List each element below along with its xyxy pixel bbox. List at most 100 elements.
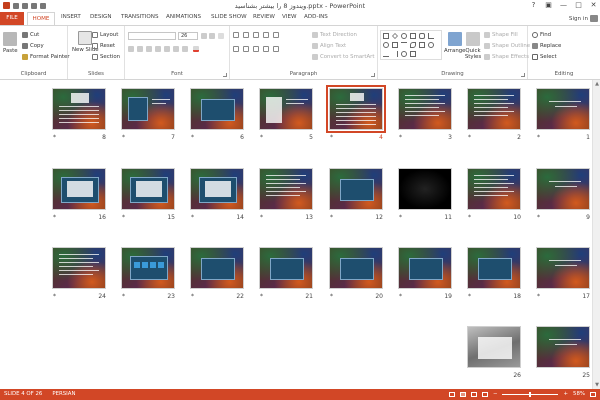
align-center-button[interactable] bbox=[243, 46, 249, 52]
tab-file[interactable]: FILE bbox=[0, 12, 24, 25]
char-spacing-button[interactable] bbox=[173, 46, 179, 52]
transition-star-icon[interactable]: * bbox=[122, 293, 125, 300]
strikethrough-button[interactable] bbox=[164, 46, 170, 52]
slide-thumbnail[interactable] bbox=[536, 247, 590, 289]
vertical-scrollbar[interactable]: ▲ ▼ bbox=[592, 80, 600, 389]
view-sorter-icon[interactable] bbox=[459, 391, 466, 397]
slide-thumbnail[interactable] bbox=[398, 247, 452, 289]
slide-thumbnail[interactable] bbox=[329, 168, 383, 210]
circle-shape-icon[interactable] bbox=[383, 42, 389, 48]
transition-star-icon[interactable]: * bbox=[537, 134, 540, 141]
shape-fill-button[interactable]: Shape Fill bbox=[484, 32, 518, 38]
shape-outline-button[interactable]: Shape Outline bbox=[484, 43, 530, 49]
bold-button[interactable] bbox=[128, 46, 134, 52]
cut-button[interactable]: Cut bbox=[22, 32, 39, 38]
tab-animations[interactable]: ANIMATIONS bbox=[166, 14, 201, 20]
slide-thumbnail[interactable] bbox=[52, 88, 106, 130]
transition-star-icon[interactable]: * bbox=[468, 134, 471, 141]
slide-thumbnail[interactable] bbox=[121, 168, 175, 210]
arrange-button[interactable]: Arrange bbox=[444, 32, 465, 54]
transition-star-icon[interactable]: * bbox=[53, 293, 56, 300]
tab-design[interactable]: DESIGN bbox=[90, 14, 112, 20]
help-icon[interactable]: ? bbox=[529, 1, 538, 9]
font-color-button[interactable] bbox=[193, 46, 199, 52]
rounded-rect-shape-icon[interactable] bbox=[419, 33, 425, 39]
transition-star-icon[interactable]: * bbox=[537, 293, 540, 300]
rectangle-shape-icon[interactable] bbox=[383, 33, 389, 39]
transition-star-icon[interactable]: * bbox=[399, 293, 402, 300]
transition-star-icon[interactable]: * bbox=[260, 134, 263, 141]
zoom-in-button[interactable]: + bbox=[563, 391, 568, 397]
bullets-button[interactable] bbox=[233, 32, 239, 38]
transition-star-icon[interactable]: * bbox=[537, 214, 540, 221]
replace-button[interactable]: Replace bbox=[532, 43, 561, 49]
slide-thumbnail[interactable] bbox=[467, 247, 521, 289]
slide-thumbnail[interactable] bbox=[398, 168, 452, 210]
transition-star-icon[interactable]: * bbox=[260, 293, 263, 300]
find-button[interactable]: Find bbox=[532, 32, 551, 38]
align-left-button[interactable] bbox=[233, 46, 239, 52]
line-shape-icon[interactable] bbox=[392, 33, 398, 39]
maximize-icon[interactable]: □ bbox=[574, 1, 583, 9]
brace-shape-icon[interactable] bbox=[383, 51, 389, 57]
transition-star-icon[interactable]: * bbox=[53, 134, 56, 141]
tab-add-ins[interactable]: ADD-INS bbox=[304, 14, 328, 20]
font-size-field[interactable]: 26 bbox=[178, 32, 198, 40]
sign-in-link[interactable]: Sign in bbox=[569, 16, 588, 22]
scroll-down-icon[interactable]: ▼ bbox=[594, 382, 600, 388]
paragraph-dialog-launcher[interactable] bbox=[371, 73, 375, 77]
text-direction-button[interactable]: Text Direction bbox=[312, 32, 357, 38]
transition-star-icon[interactable]: * bbox=[468, 293, 471, 300]
star-shape-icon[interactable] bbox=[428, 42, 434, 48]
callout-shape-icon[interactable] bbox=[410, 51, 416, 57]
smiley-shape-icon[interactable] bbox=[401, 51, 407, 57]
slide-thumbnail[interactable] bbox=[467, 168, 521, 210]
arrow-shape-icon[interactable] bbox=[401, 42, 407, 48]
shape-effects-button[interactable]: Shape Effects bbox=[484, 54, 529, 60]
shapes-gallery[interactable] bbox=[380, 30, 442, 60]
tab-home[interactable]: HOME bbox=[27, 12, 55, 25]
angle-shape-icon[interactable] bbox=[428, 33, 434, 39]
section-button[interactable]: Section bbox=[92, 54, 120, 60]
pentagon-shape-icon[interactable] bbox=[419, 42, 425, 48]
language-status[interactable]: PERSIAN bbox=[52, 391, 75, 397]
select-button[interactable]: Select bbox=[532, 54, 557, 60]
slide-thumbnail[interactable] bbox=[190, 247, 244, 289]
transition-star-icon[interactable]: * bbox=[191, 214, 194, 221]
zoom-slider[interactable] bbox=[502, 391, 559, 397]
account-avatar[interactable] bbox=[590, 15, 598, 22]
view-slideshow-icon[interactable] bbox=[481, 391, 488, 397]
convert-smartart-button[interactable]: Convert to SmartArt bbox=[312, 54, 374, 60]
close-icon[interactable]: ✕ bbox=[589, 1, 598, 9]
align-right-button[interactable] bbox=[253, 46, 259, 52]
tab-review[interactable]: REVIEW bbox=[253, 14, 275, 20]
fit-slide-icon[interactable] bbox=[590, 391, 596, 397]
format-painter-button[interactable]: Format Painter bbox=[22, 54, 70, 60]
transition-star-icon[interactable]: * bbox=[330, 214, 333, 221]
slide-thumbnail[interactable] bbox=[326, 85, 386, 133]
numbering-button[interactable] bbox=[243, 32, 249, 38]
slide-thumbnail[interactable] bbox=[467, 326, 521, 368]
transition-star-icon[interactable]: * bbox=[330, 293, 333, 300]
columns-button[interactable] bbox=[273, 46, 279, 52]
oval-shape-icon[interactable] bbox=[401, 33, 407, 39]
triangle-shape-icon[interactable] bbox=[392, 42, 398, 48]
tab-transitions[interactable]: TRANSITIONS bbox=[121, 14, 159, 20]
increase-font-button[interactable] bbox=[201, 33, 207, 39]
slide-thumbnail[interactable] bbox=[121, 247, 175, 289]
slide-thumbnail[interactable] bbox=[259, 247, 313, 289]
bracket-shape-icon[interactable] bbox=[392, 51, 398, 57]
transition-star-icon[interactable]: * bbox=[399, 214, 402, 221]
drawing-dialog-launcher[interactable] bbox=[521, 73, 525, 77]
font-name-field[interactable] bbox=[128, 32, 176, 40]
tab-insert[interactable]: INSERT bbox=[61, 14, 81, 20]
zoom-slider-thumb[interactable] bbox=[529, 391, 532, 397]
slide-thumbnail[interactable] bbox=[121, 88, 175, 130]
transition-star-icon[interactable]: * bbox=[53, 214, 56, 221]
view-normal-icon[interactable] bbox=[448, 391, 455, 397]
paste-button[interactable]: Paste bbox=[3, 32, 18, 54]
slide-thumbnail[interactable] bbox=[398, 88, 452, 130]
font-dialog-launcher[interactable] bbox=[223, 73, 227, 77]
square-shape-icon[interactable] bbox=[410, 33, 416, 39]
tab-slide-show[interactable]: SLIDE SHOW bbox=[211, 14, 247, 20]
